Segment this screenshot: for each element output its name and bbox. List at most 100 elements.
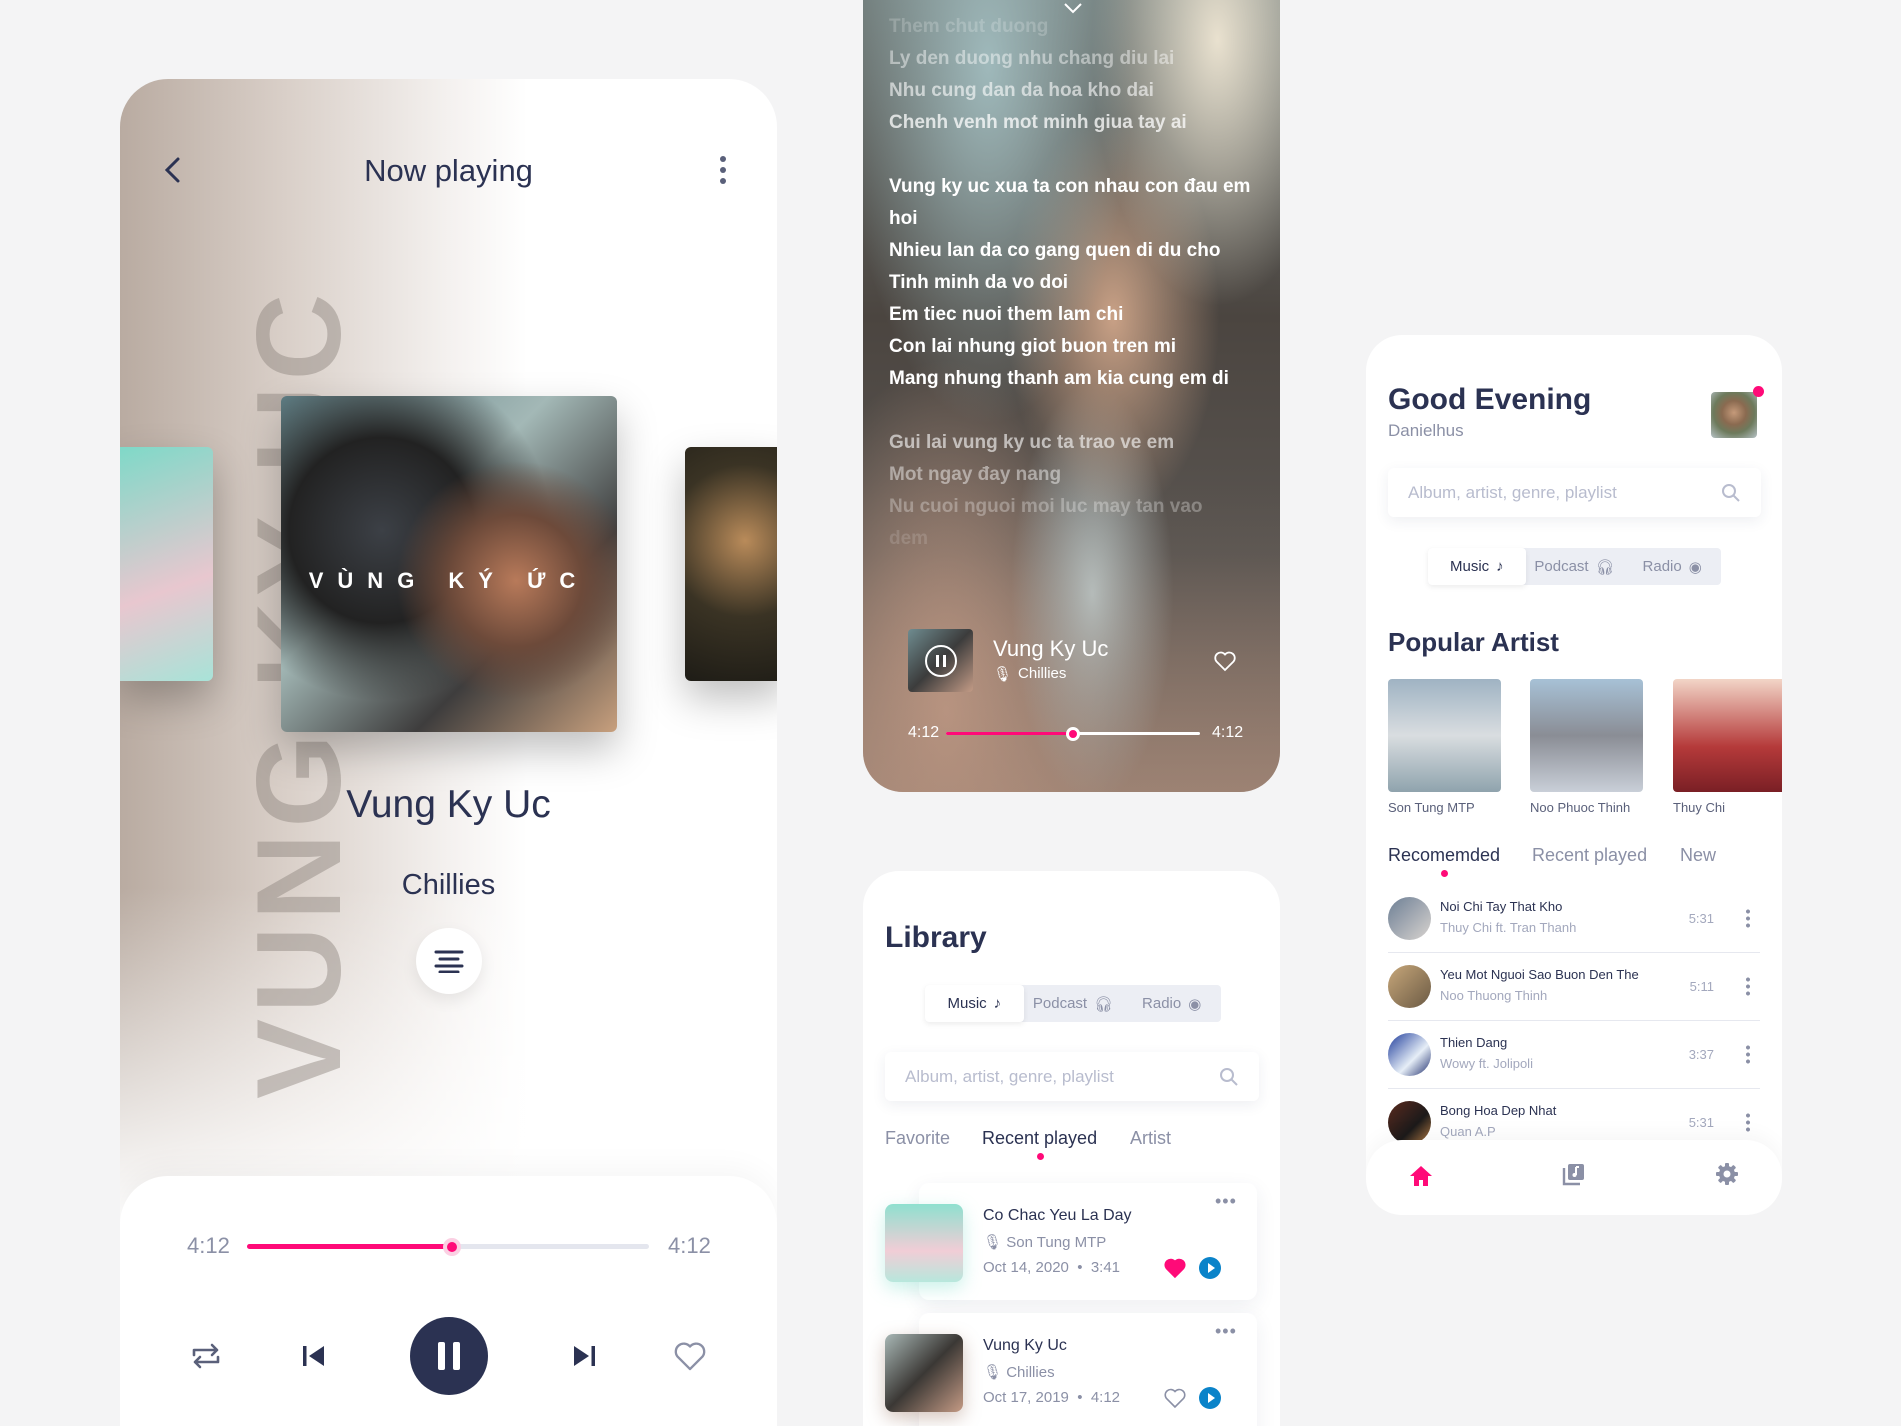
- song-duration: 5:31: [1688, 1115, 1714, 1130]
- more-horizontal-icon[interactable]: •••: [1215, 1321, 1237, 1342]
- lyric-line: Mang nhung thanh am kia cung em di: [889, 368, 1229, 389]
- song-duration: 3:37: [1688, 1047, 1714, 1062]
- library-screen: Library Music ♪ Podcast 🎧︎ Radio ◉ Album, a…: [863, 871, 1280, 1426]
- greeting: Good Evening: [1388, 383, 1592, 416]
- settings-gear-icon[interactable]: [1715, 1162, 1739, 1186]
- segment-music[interactable]: Music ♪: [1428, 548, 1526, 585]
- mini-player-artist: Chillies: [1018, 665, 1067, 682]
- song-title: Noi Chi Tay That Kho: [1440, 899, 1563, 914]
- lyric-line: Chenh venh mot minh giua tay ai: [889, 112, 1187, 133]
- tab-recent-played[interactable]: Recent played: [982, 1128, 1097, 1149]
- segment-radio[interactable]: Radio ◉: [1623, 548, 1721, 585]
- music-note-icon: ♪: [993, 995, 1002, 1012]
- song-row[interactable]: Yeu Mot Nguoi Sao Buon Den The Noo Thuong…: [1388, 953, 1760, 1021]
- artist-card-image[interactable]: [1673, 679, 1782, 792]
- progress-knob[interactable]: [1066, 726, 1080, 741]
- artist-card-image[interactable]: [1388, 679, 1501, 792]
- lyrics-screen: Them chut duong Ly den duong nhu chang di…: [863, 0, 1280, 792]
- search-input[interactable]: Album, artist, genre, playlist: [885, 1052, 1259, 1101]
- heart-outline-icon[interactable]: [1163, 1387, 1187, 1409]
- artist-card-image[interactable]: [1530, 679, 1643, 792]
- pause-circle-icon[interactable]: [924, 644, 957, 677]
- mini-player-art[interactable]: [908, 629, 973, 692]
- progress-knob[interactable]: [443, 1237, 462, 1256]
- library-item-artist: 🎙︎ Son Tung MTP: [983, 1234, 1107, 1251]
- segment-label: Music: [1450, 558, 1490, 575]
- artist-name: Noo Phuoc Thinh: [1530, 800, 1631, 815]
- song-duration: 5:11: [1689, 979, 1714, 994]
- song-row[interactable]: Noi Chi Tay That Kho Thuy Chi ft. Tran Th…: [1388, 885, 1760, 953]
- library-item-meta: Oct 14, 2020 • 3:41: [983, 1259, 1121, 1276]
- more-vertical-icon[interactable]: [717, 155, 729, 185]
- album-art: VÙNG KÝ ỨC: [281, 396, 617, 732]
- search-placeholder: Album, artist, genre, playlist: [1408, 482, 1617, 502]
- mini-player-artist-row: 🎙 Chillies: [993, 665, 1066, 683]
- play-button[interactable]: [1199, 1387, 1221, 1409]
- song-row[interactable]: Thien Dang Wowy ft. Jolipoli 3:37: [1388, 1021, 1760, 1089]
- more-vertical-icon[interactable]: [1746, 908, 1750, 928]
- segment-label: Radio: [1642, 558, 1682, 575]
- more-vertical-icon[interactable]: [1746, 976, 1750, 996]
- lyric-line: Con lai nhung giot buon tren mi: [889, 336, 1177, 357]
- playback-controls: 4:12 4:12: [120, 1176, 777, 1426]
- song-artist: Quan A.P: [1440, 1124, 1496, 1139]
- song-artist: Chillies: [401, 869, 496, 901]
- library-item-meta: Oct 17, 2019 • 4:12: [983, 1389, 1121, 1406]
- tab-artist[interactable]: Artist: [1130, 1128, 1171, 1149]
- library-icon[interactable]: [1562, 1162, 1586, 1186]
- lyrics-button[interactable]: [416, 928, 482, 994]
- lyric-line: [889, 395, 1270, 427]
- lyrics-lines-icon: [434, 950, 464, 973]
- heart-filled-icon[interactable]: [1163, 1257, 1187, 1279]
- previous-album-art[interactable]: [120, 447, 213, 681]
- library-item-art: [885, 1334, 963, 1412]
- progress-slider[interactable]: [946, 726, 1200, 741]
- next-album-art[interactable]: [685, 447, 777, 681]
- segment-label: Radio: [1142, 995, 1182, 1012]
- user-avatar[interactable]: [1711, 392, 1757, 438]
- heart-outline-icon[interactable]: [1213, 650, 1237, 672]
- library-item[interactable]: [919, 1313, 1257, 1426]
- tab-recommended[interactable]: Recomemded: [1388, 845, 1500, 866]
- bottom-navigation: [1366, 1140, 1782, 1215]
- previous-track-icon[interactable]: [300, 1344, 328, 1368]
- more-horizontal-icon[interactable]: •••: [1215, 1191, 1237, 1212]
- song-cover: [1388, 965, 1431, 1008]
- popular-artist-heading: Popular Artist: [1388, 627, 1559, 657]
- segment-podcast[interactable]: Podcast 🎧︎: [1024, 985, 1123, 1022]
- segment-label: Podcast: [1534, 558, 1589, 575]
- search-input[interactable]: Album, artist, genre, playlist: [1388, 468, 1761, 517]
- segment-podcast[interactable]: Podcast 🎧︎: [1526, 548, 1624, 585]
- progress-fill: [247, 1244, 453, 1249]
- more-vertical-icon[interactable]: [1746, 1044, 1750, 1064]
- heart-outline-icon[interactable]: [672, 1340, 708, 1372]
- lyric-line: Nhu cung dan da hoa kho dai: [889, 80, 1154, 101]
- home-icon[interactable]: [1409, 1164, 1433, 1188]
- song-title: Thien Dang: [1440, 1035, 1508, 1050]
- search-icon[interactable]: [1721, 483, 1741, 503]
- pause-button[interactable]: [410, 1317, 488, 1395]
- search-icon[interactable]: [1219, 1067, 1239, 1087]
- lyric-line: Nhieu lan da co gang quen di du cho: [889, 240, 1221, 261]
- play-button[interactable]: [1199, 1257, 1221, 1279]
- segment-radio[interactable]: Radio ◉: [1122, 985, 1221, 1022]
- lyric-line: Gui lai vung ky uc ta trao ve em: [889, 432, 1175, 453]
- library-item-title: Co Chac Yeu La Day: [983, 1207, 1132, 1224]
- tab-recent-played[interactable]: Recent played: [1532, 845, 1647, 866]
- artist-name: Son Tung MTP: [1388, 800, 1475, 815]
- tab-new[interactable]: New: [1680, 845, 1716, 866]
- segment-label: Podcast: [1032, 995, 1088, 1012]
- repeat-icon[interactable]: [190, 1340, 222, 1372]
- pause-icon: [438, 1342, 445, 1370]
- tab-favorite[interactable]: Favorite: [885, 1128, 950, 1149]
- song-title: Yeu Mot Nguoi Sao Buon Den The: [1440, 967, 1639, 982]
- next-track-icon[interactable]: [570, 1344, 598, 1368]
- segment-music[interactable]: Music ♪: [925, 985, 1024, 1022]
- elapsed-time: 4:12: [187, 1233, 230, 1258]
- progress-slider[interactable]: [247, 1237, 649, 1256]
- song-duration: 5:31: [1688, 911, 1714, 926]
- more-vertical-icon[interactable]: [1746, 1112, 1750, 1132]
- lyric-line: Em tiec nuoi them lam chi: [889, 304, 1124, 325]
- elapsed-time: 4:12: [908, 724, 940, 741]
- lyric-line: Them chut duong: [889, 16, 1049, 37]
